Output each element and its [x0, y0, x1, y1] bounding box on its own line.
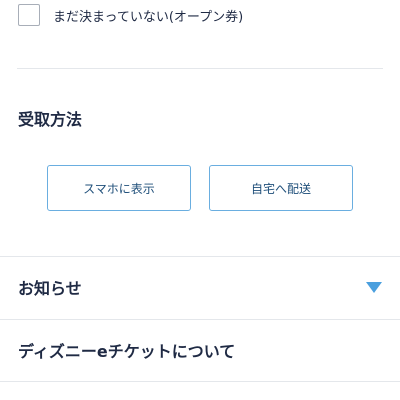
open-ticket-option[interactable]: まだ決まっていない(オープン券) [18, 2, 243, 28]
open-ticket-checkbox[interactable] [18, 4, 40, 26]
open-ticket-label: まだ決まっていない(オープン券) [53, 9, 244, 25]
section-divider [17, 68, 383, 69]
eticket-title: ディズニーeチケットについて [18, 342, 236, 361]
accordion-news[interactable]: お知らせ [0, 256, 400, 318]
show-on-smartphone-button[interactable]: スマホに表示 [47, 165, 191, 211]
divider-bottom [0, 381, 400, 382]
home-delivery-button[interactable]: 自宅へ配送 [209, 165, 353, 211]
receive-method-title: 受取方法 [18, 110, 83, 129]
accordion-eticket[interactable]: ディズニーeチケットについて [0, 319, 400, 381]
news-title: お知らせ [18, 279, 82, 298]
triangle-down-icon[interactable] [366, 281, 382, 293]
